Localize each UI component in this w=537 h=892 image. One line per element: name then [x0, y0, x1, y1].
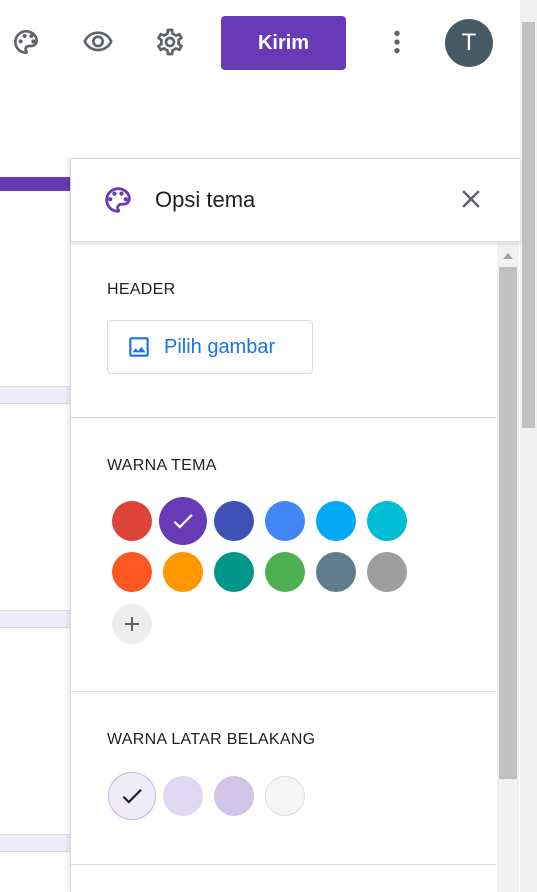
theme-color-swatch[interactable]: [367, 501, 407, 541]
page-scrollbar[interactable]: [520, 0, 537, 892]
theme-color-swatch[interactable]: [316, 552, 356, 592]
theme-color-swatch[interactable]: [367, 552, 407, 592]
panel-title: Opsi tema: [155, 187, 256, 212]
background-color-swatch[interactable]: [108, 772, 156, 820]
more-vert-icon[interactable]: [380, 22, 414, 62]
form-card-gap: [0, 610, 70, 628]
theme-color-swatch[interactable]: [112, 501, 152, 541]
form-accent-bar: [0, 177, 70, 191]
pick-image-label: Pilih gambar: [164, 335, 276, 358]
plus-icon: [125, 617, 139, 631]
theme-color-label: WARNA TEMA: [107, 457, 217, 474]
header-section-label: HEADER: [107, 281, 176, 298]
palette-icon[interactable]: [9, 22, 43, 62]
close-button[interactable]: [453, 181, 489, 217]
theme-color-swatch[interactable]: [214, 552, 254, 592]
theme-color-swatch[interactable]: [159, 497, 207, 545]
theme-color-swatch[interactable]: [265, 552, 305, 592]
check-icon: [122, 789, 142, 804]
avatar[interactable]: T: [445, 19, 493, 67]
background-color-swatch[interactable]: [163, 776, 203, 816]
palette-icon: [101, 183, 135, 217]
send-button[interactable]: Kirim: [221, 16, 346, 70]
theme-options-panel: Opsi tema HEADER Pilih gambar WARNA TEMA…: [70, 158, 520, 892]
scroll-up-arrow-icon[interactable]: [503, 253, 513, 259]
theme-color-swatch[interactable]: [214, 501, 254, 541]
eye-icon[interactable]: [81, 22, 115, 62]
theme-color-swatch[interactable]: [316, 501, 356, 541]
background-color-swatch[interactable]: [214, 776, 254, 816]
image-icon: [129, 337, 149, 357]
close-icon: [462, 190, 480, 208]
panel-scrollbar-thumb[interactable]: [499, 267, 517, 779]
gear-icon[interactable]: [153, 22, 187, 62]
theme-color-swatch[interactable]: [265, 501, 305, 541]
panel-header: Opsi tema: [71, 159, 520, 242]
check-icon: [173, 514, 193, 529]
add-custom-color-button[interactable]: [112, 604, 152, 644]
form-card-gap: [0, 386, 70, 404]
theme-color-swatch[interactable]: [163, 552, 203, 592]
background-color-swatch[interactable]: [265, 776, 305, 816]
panel-scrollbar[interactable]: [497, 243, 519, 892]
theme-color-swatch[interactable]: [112, 552, 152, 592]
top-toolbar: Kirim T: [0, 0, 520, 86]
background-color-label: WARNA LATAR BELAKANG: [107, 731, 316, 748]
page-scrollbar-thumb[interactable]: [522, 22, 535, 428]
form-card-gap: [0, 834, 70, 852]
form-background-strip: [0, 158, 70, 892]
pick-image-button[interactable]: Pilih gambar: [107, 320, 313, 374]
